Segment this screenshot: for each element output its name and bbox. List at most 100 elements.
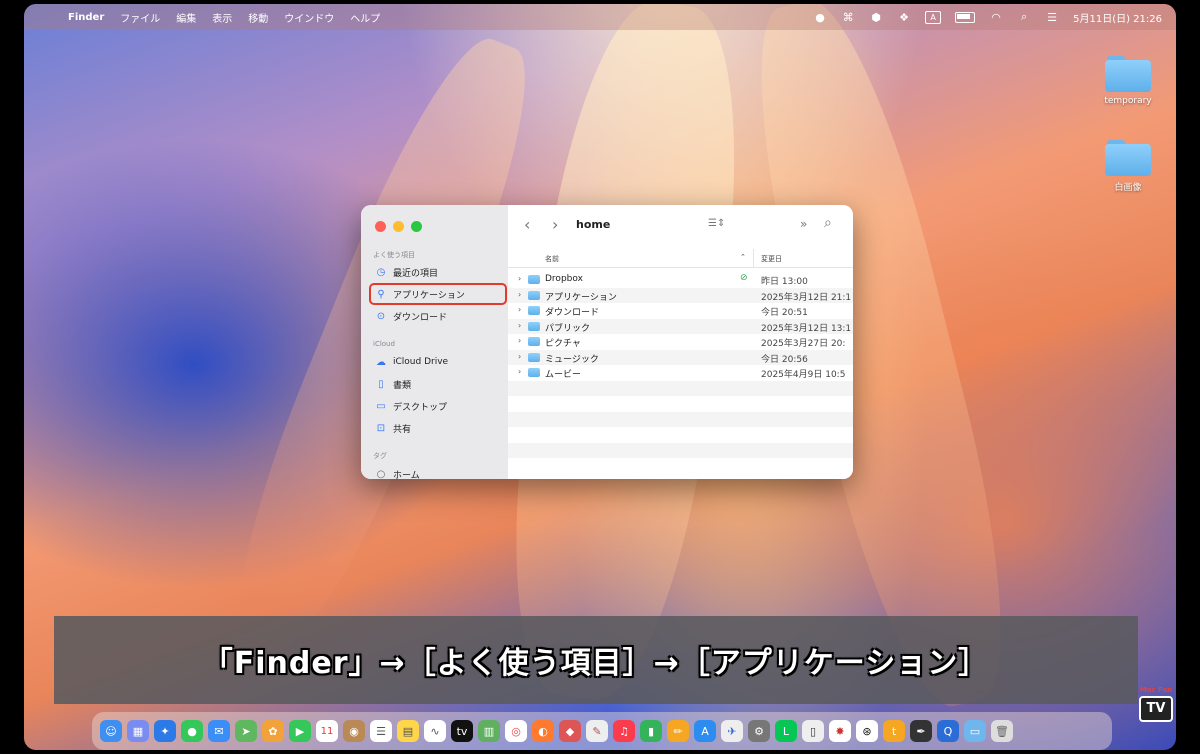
desktop-folder-white-image[interactable]: 白画像 bbox=[1088, 140, 1168, 193]
dock-app-icon[interactable]: ✈ bbox=[721, 720, 743, 742]
caption-text: 「Finder」→［よく使う項目］→［アプリケーション］ bbox=[202, 646, 990, 681]
finder-window: よく使う項目 ◷ 最近の項目 ⚲ アプリケーション ⊙ ダウンロード iClou… bbox=[361, 205, 853, 479]
dock-chrome-icon[interactable]: ◎ bbox=[505, 720, 527, 742]
empty-row bbox=[508, 396, 853, 412]
sidebar-item-applications[interactable]: ⚲ アプリケーション bbox=[369, 283, 507, 305]
menu-file[interactable]: ファイル bbox=[120, 10, 160, 25]
sort-chevron-up-icon[interactable]: ⌃ bbox=[740, 253, 746, 261]
battery-icon[interactable] bbox=[955, 11, 976, 23]
dock-numbers-icon[interactable]: ▥ bbox=[478, 720, 500, 742]
spotlight-search-icon[interactable]: ⌕ bbox=[1017, 10, 1031, 24]
disclosure-chevron-icon[interactable]: › bbox=[518, 290, 521, 299]
file-row-applications[interactable]: › アプリケーション 2025年3月12日 21:1 bbox=[508, 287, 853, 303]
menu-help[interactable]: ヘルプ bbox=[350, 10, 380, 25]
disclosure-chevron-icon[interactable]: › bbox=[518, 352, 521, 361]
file-name: ピクチャ bbox=[545, 339, 581, 349]
apple-menu-icon[interactable] bbox=[38, 10, 52, 24]
disclosure-chevron-icon[interactable]: › bbox=[518, 305, 521, 314]
menu-app-finder[interactable]: Finder bbox=[68, 12, 104, 23]
dock-safari-icon[interactable]: ✦ bbox=[154, 720, 176, 742]
dock-line-icon[interactable]: L bbox=[775, 720, 797, 742]
record-icon[interactable]: ● bbox=[813, 10, 827, 24]
dock-tv-icon[interactable]: tv bbox=[451, 720, 473, 742]
close-window-button[interactable] bbox=[375, 221, 386, 232]
dock-app-icon[interactable]: ◆ bbox=[559, 720, 581, 742]
dock-music-icon[interactable]: ♫ bbox=[613, 720, 635, 742]
menu-window[interactable]: ウインドウ bbox=[284, 10, 334, 25]
dock-freeform-icon[interactable]: ∿ bbox=[424, 720, 446, 742]
column-modified-header[interactable]: 変更日 bbox=[761, 254, 782, 264]
folder-icon bbox=[528, 321, 540, 331]
sidebar-item-desktop[interactable]: ▭ デスクトップ bbox=[371, 397, 505, 415]
disclosure-chevron-icon[interactable]: › bbox=[518, 367, 521, 376]
sidebar-item-icloud-drive[interactable]: ☁ iCloud Drive bbox=[371, 353, 505, 371]
dock-calendar-icon[interactable]: 11 bbox=[316, 720, 338, 742]
dock-firefox-icon[interactable]: ◐ bbox=[532, 720, 554, 742]
dock-numbers-chart-icon[interactable]: ▮ bbox=[640, 720, 662, 742]
file-row-downloads[interactable]: › ダウンロード 今日 20:51 bbox=[508, 303, 853, 319]
forward-button[interactable]: › bbox=[552, 215, 558, 234]
file-name: Dropbox bbox=[545, 274, 583, 284]
dock-quicktime-icon[interactable]: Q bbox=[937, 720, 959, 742]
sidebar-item-recents[interactable]: ◷ 最近の項目 bbox=[371, 263, 505, 281]
disclosure-chevron-icon[interactable]: › bbox=[518, 336, 521, 345]
back-button[interactable]: ‹ bbox=[524, 215, 530, 234]
sidebar-item-downloads[interactable]: ⊙ ダウンロード bbox=[371, 307, 505, 325]
dock-launchpad-icon[interactable]: ▦ bbox=[127, 720, 149, 742]
dock-app-icon[interactable]: ✒ bbox=[910, 720, 932, 742]
dock-contacts-icon[interactable]: ◉ bbox=[343, 720, 365, 742]
file-row-movies[interactable]: › ムービー 2025年4月9日 10:5 bbox=[508, 365, 853, 381]
finder-sidebar: よく使う項目 ◷ 最近の項目 ⚲ アプリケーション ⊙ ダウンロード iClou… bbox=[361, 205, 508, 479]
file-row-dropbox[interactable]: › Dropbox ⊘ 昨日 13:00 bbox=[508, 272, 853, 288]
file-date: 2025年4月9日 10:5 bbox=[761, 370, 846, 380]
dock-downloads-folder-icon[interactable]: ▭ bbox=[964, 720, 986, 742]
menu-go[interactable]: 移動 bbox=[248, 10, 268, 25]
dock-pages-icon[interactable]: ✏ bbox=[667, 720, 689, 742]
disclosure-chevron-icon[interactable]: › bbox=[518, 321, 521, 330]
minimize-window-button[interactable] bbox=[393, 221, 404, 232]
file-row-public[interactable]: › パブリック 2025年3月12日 13:1 bbox=[508, 318, 853, 334]
dock-finder-icon[interactable]: ☺ bbox=[100, 720, 122, 742]
file-row-pictures[interactable]: › ピクチャ 2025年3月27日 20: bbox=[508, 334, 853, 350]
applications-icon: ⚲ bbox=[377, 288, 385, 300]
more-toolbar-icon[interactable]: » bbox=[800, 217, 807, 231]
command-icon[interactable]: ⌘ bbox=[841, 10, 855, 24]
menu-view[interactable]: 表示 bbox=[212, 10, 232, 25]
dock-photos-icon[interactable]: ✿ bbox=[262, 720, 284, 742]
desktop-folder-temporary[interactable]: temporary bbox=[1088, 56, 1168, 106]
dock-system-settings-icon[interactable]: ⚙ bbox=[748, 720, 770, 742]
download-icon: ⊙ bbox=[376, 310, 386, 322]
control-center-icon[interactable]: ☰ bbox=[1045, 10, 1059, 24]
dock-notes-icon[interactable]: ▤ bbox=[397, 720, 419, 742]
dock-app-icon[interactable]: ✎ bbox=[586, 720, 608, 742]
dock-app-icon[interactable]: t bbox=[883, 720, 905, 742]
search-icon[interactable]: ⌕ bbox=[824, 215, 832, 231]
column-name-header[interactable]: 名前 bbox=[545, 254, 559, 264]
view-options-icon[interactable]: ☰⇕ bbox=[708, 218, 725, 229]
file-name: アプリケーション bbox=[545, 292, 617, 303]
dock-app-icon[interactable]: ✸ bbox=[829, 720, 851, 742]
cube-icon[interactable]: ⬢ bbox=[869, 10, 883, 24]
zoom-window-button[interactable] bbox=[411, 221, 422, 232]
input-source-icon[interactable]: A bbox=[925, 10, 942, 24]
sidebar-item-shared[interactable]: ⊡ 共有 bbox=[371, 419, 505, 437]
synced-checkmark-icon: ⊘ bbox=[740, 273, 748, 283]
file-row-music[interactable]: › ミュージック 今日 20:56 bbox=[508, 349, 853, 365]
menu-edit[interactable]: 編集 bbox=[176, 10, 196, 25]
wifi-icon[interactable]: ◠ bbox=[989, 10, 1003, 24]
menu-clock[interactable]: 5月11日(日) 21:26 bbox=[1073, 10, 1162, 25]
sidebar-item-label: アプリケーション bbox=[393, 290, 465, 301]
disclosure-chevron-icon[interactable]: › bbox=[518, 274, 521, 283]
dock-trash-icon[interactable]: 🗑 bbox=[991, 720, 1013, 742]
dock-app-store-icon[interactable]: A bbox=[694, 720, 716, 742]
dock-iphone-mirroring-icon[interactable]: ▯ bbox=[802, 720, 824, 742]
sidebar-item-tag-home[interactable]: ○ ホーム bbox=[371, 465, 505, 480]
sidebar-item-documents[interactable]: ▯ 書類 bbox=[371, 375, 505, 393]
dock-maps-icon[interactable]: ➤ bbox=[235, 720, 257, 742]
dock-facetime-icon[interactable]: ▶ bbox=[289, 720, 311, 742]
dropbox-icon[interactable]: ❖ bbox=[897, 10, 911, 24]
dock-reminders-icon[interactable]: ☰ bbox=[370, 720, 392, 742]
dock-messages-icon[interactable]: ● bbox=[181, 720, 203, 742]
dock-mail-icon[interactable]: ✉ bbox=[208, 720, 230, 742]
dock-chatgpt-icon[interactable]: ⊛ bbox=[856, 720, 878, 742]
